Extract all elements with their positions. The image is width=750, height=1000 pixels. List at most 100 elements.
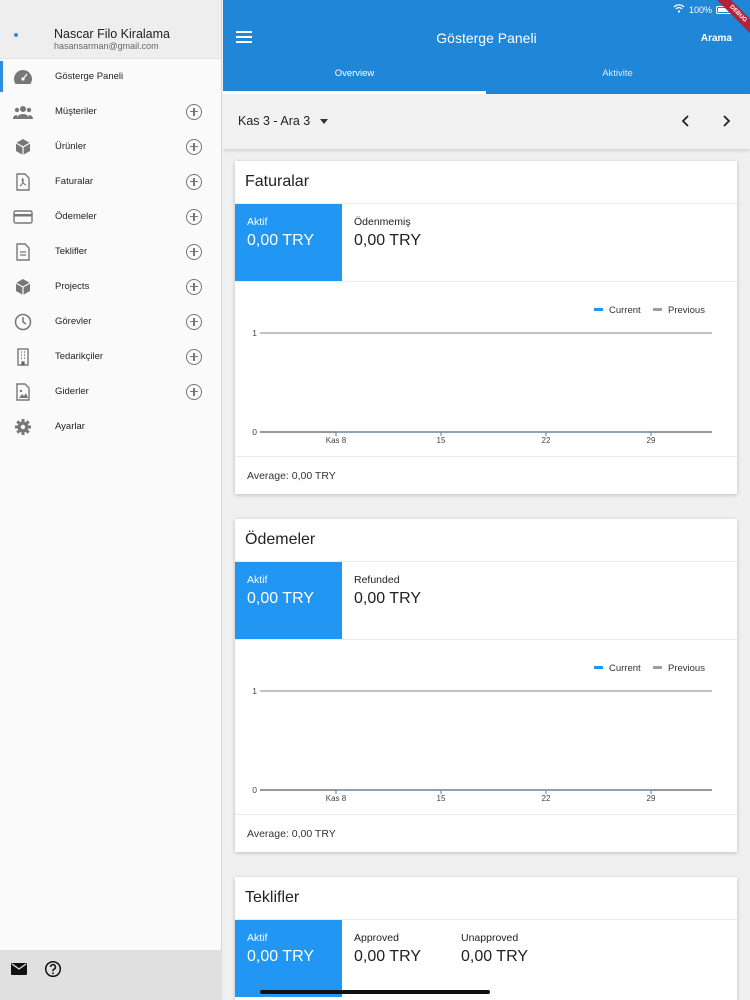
battery-percent: 100% (688, 4, 712, 15)
average-text: Average: 0,00 TRY (247, 470, 336, 482)
stat-value: 0,00 TRY (247, 948, 315, 965)
help-icon[interactable] (44, 960, 62, 978)
stat-value: 0,00 TRY (247, 232, 315, 249)
x-tick-label: 29 (647, 436, 656, 445)
company-name: Nascar Filo Kiralama (54, 27, 171, 41)
x-tick-label: Kas 8 (326, 436, 347, 445)
sidebar-item-label: Giderler (55, 386, 89, 397)
stat-active[interactable]: Aktif 0,00 TRY (235, 562, 342, 639)
sidebar-item-products[interactable]: Ürünler (0, 129, 222, 164)
gear-icon (13, 417, 33, 437)
drawer-footer (0, 950, 222, 1000)
stat-label: Refunded (354, 574, 400, 586)
sidebar-item-label: Teklifler (55, 246, 88, 257)
date-range-selector[interactable]: Kas 3 - Ara 3 (238, 114, 310, 128)
add-vendor-icon[interactable] (186, 348, 202, 365)
home-indicator (260, 990, 490, 994)
chevron-right-icon[interactable] (719, 114, 733, 128)
sidebar-item-settings[interactable]: Ayarlar (0, 409, 222, 444)
legend-label-previous: Previous (668, 663, 705, 674)
stat-unapproved[interactable]: Unapproved 0,00 TRY (449, 920, 569, 997)
sidebar-item-label: Ayarlar (55, 421, 85, 432)
sidebar-item-tasks[interactable]: Görevler (0, 304, 222, 339)
add-project-icon[interactable] (186, 278, 202, 295)
stat-label: Aktif (247, 574, 268, 586)
users-icon (13, 102, 33, 122)
sidebar-item-payments[interactable]: Ödemeler (0, 199, 222, 234)
stat-value: 0,00 TRY (461, 948, 529, 965)
add-payment-icon[interactable] (186, 208, 202, 225)
legend-swatch-current (594, 308, 603, 311)
quotes-card: Teklifler Aktif 0,00 TRY Approved 0,00 T… (235, 877, 737, 1000)
sidebar-item-invoices[interactable]: Faturalar (0, 164, 222, 199)
dropdown-arrow-icon[interactable] (320, 119, 328, 124)
cube-icon (13, 277, 33, 297)
sidebar-item-vendors[interactable]: Tedarikçiler (0, 339, 222, 374)
add-product-icon[interactable] (186, 138, 202, 155)
company-indicator-dot (14, 33, 18, 37)
x-tick-label: 29 (647, 794, 656, 803)
add-expense-icon[interactable] (186, 383, 202, 400)
date-range-bar: Kas 3 - Ara 3 (223, 94, 750, 149)
stat-active[interactable]: Aktif 0,00 TRY (235, 204, 342, 281)
user-email: hasansarman@gmail.com (54, 41, 159, 51)
x-tick-label: 22 (542, 794, 551, 803)
sidebar-item-expenses[interactable]: Giderler (0, 374, 222, 409)
invoices-card: Faturalar Aktif 0,00 TRY Ödenmemiş 0,00 … (235, 161, 737, 494)
stat-label: Approved (354, 932, 399, 944)
clock-icon (13, 312, 33, 332)
sidebar-item-dashboard[interactable]: Gösterge Paneli (0, 59, 222, 94)
y-tick-label: 0 (252, 785, 257, 795)
y-tick-label: 1 (252, 328, 257, 338)
chevron-left-icon[interactable] (679, 114, 693, 128)
main-content: 100% DEBUG Gösterge Paneli Arama Overvie… (223, 0, 750, 1000)
y-tick-label: 0 (252, 427, 257, 437)
drawer-header[interactable]: Nascar Filo Kiralama hasansarman@gmail.c… (0, 0, 221, 59)
sidebar-item-label: Projects (55, 281, 90, 292)
stat-label: Aktif (247, 216, 268, 228)
stat-value: 0,00 TRY (354, 590, 422, 607)
x-tick-label: 15 (437, 436, 446, 445)
y-tick-label: 1 (252, 686, 257, 696)
stat-value: 0,00 TRY (354, 232, 422, 249)
legend-label-current: Current (609, 663, 641, 674)
tab-activity[interactable]: Aktivite (486, 68, 749, 79)
stat-refunded[interactable]: Refunded 0,00 TRY (342, 562, 462, 639)
x-tick-label: 15 (437, 794, 446, 803)
cube-icon (13, 137, 33, 157)
stat-value: 0,00 TRY (354, 948, 422, 965)
legend-label-previous: Previous (668, 305, 705, 316)
dashboard-scroll[interactable]: Faturalar Aktif 0,00 TRY Ödenmemiş 0,00 … (223, 149, 750, 1000)
image-file-icon (13, 382, 33, 402)
navigation-drawer: Nascar Filo Kiralama hasansarman@gmail.c… (0, 0, 222, 1000)
mail-icon[interactable] (10, 960, 28, 978)
search-button[interactable]: Arama (701, 33, 732, 44)
sidebar-item-projects[interactable]: Projects (0, 269, 222, 304)
wifi-icon (673, 4, 685, 15)
legend-swatch-previous (653, 666, 662, 669)
add-quote-icon[interactable] (186, 243, 202, 260)
add-invoice-icon[interactable] (186, 173, 202, 190)
card-title: Faturalar (245, 173, 310, 190)
legend-label-current: Current (609, 305, 641, 316)
card-title: Ödemeler (245, 531, 316, 548)
payments-chart: Current Previous 1 0 Kas 8 15 22 29 (252, 663, 712, 803)
sidebar-item-customers[interactable]: Müşteriler (0, 94, 222, 129)
legend-swatch-previous (653, 308, 662, 311)
add-task-icon[interactable] (186, 313, 202, 330)
sidebar-item-label: Müşteriler (55, 106, 97, 117)
legend-swatch-current (594, 666, 603, 669)
stat-unpaid[interactable]: Ödenmemiş 0,00 TRY (342, 204, 462, 281)
payments-card: Ödemeler Aktif 0,00 TRY Refunded 0,00 TR… (235, 519, 737, 852)
stat-approved[interactable]: Approved 0,00 TRY (342, 920, 449, 997)
sidebar-item-quotes[interactable]: Teklifler (0, 234, 222, 269)
pdf-file-icon (13, 172, 33, 192)
invoices-chart: Current Previous 1 0 Kas 8 15 22 29 (252, 305, 712, 445)
stat-active[interactable]: Aktif 0,00 TRY (235, 920, 342, 997)
average-text: Average: 0,00 TRY (247, 828, 336, 840)
stat-label: Ödenmemiş (354, 216, 411, 228)
document-icon (13, 242, 33, 262)
add-customer-icon[interactable] (186, 103, 202, 120)
tab-overview[interactable]: Overview (223, 68, 486, 79)
sidebar-item-label: Görevler (55, 316, 92, 327)
